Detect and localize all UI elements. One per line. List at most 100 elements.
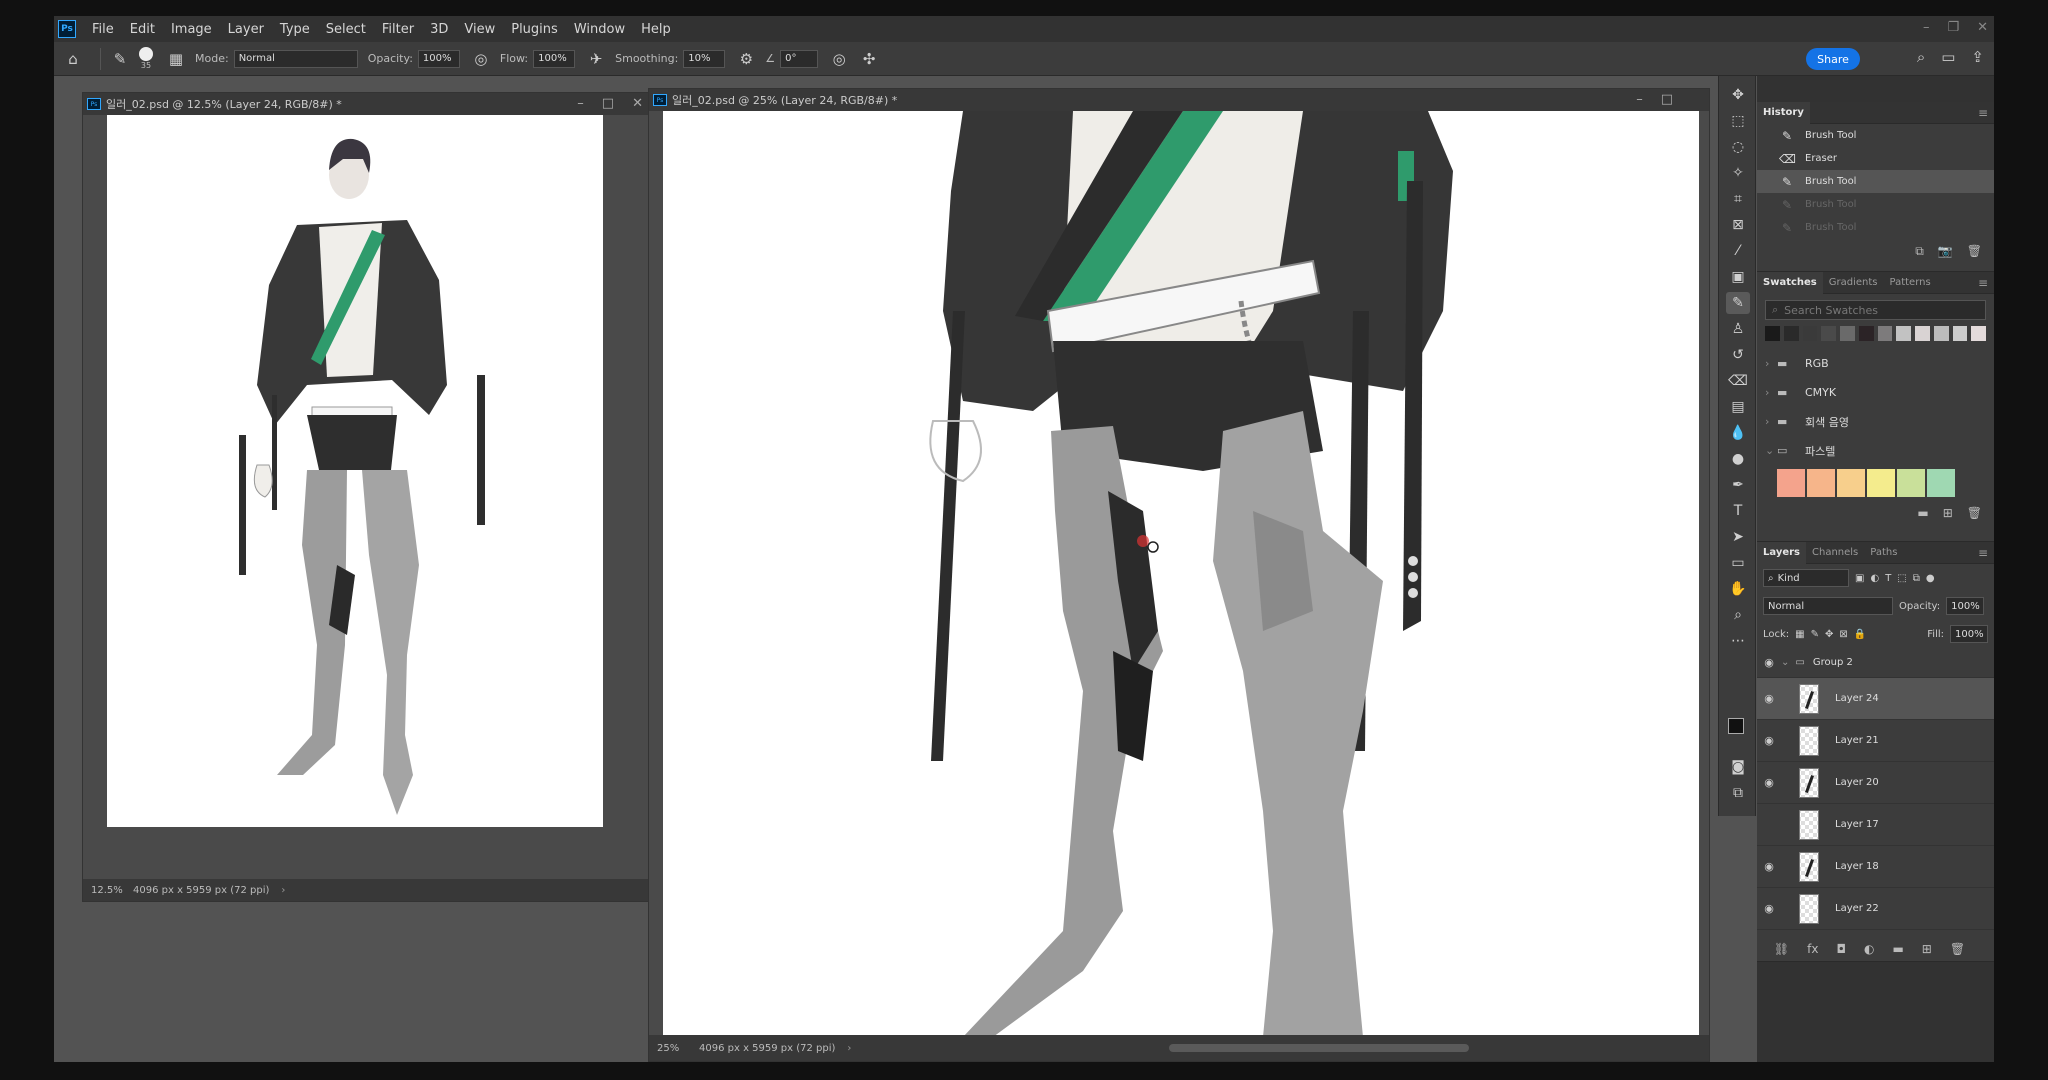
panel-menu-icon[interactable]: ≡	[1978, 546, 1988, 560]
swatch-folder-rgb[interactable]: › ▬ RGB	[1757, 349, 1994, 378]
restore-icon[interactable]: ❐	[1947, 20, 1959, 35]
gradient-tool-icon[interactable]: ▤	[1726, 396, 1750, 418]
blur-tool-icon[interactable]: 💧	[1726, 422, 1750, 444]
minimize-icon[interactable]: –	[577, 96, 584, 111]
share-button[interactable]: Share	[1806, 48, 1860, 70]
layer-thumbnail[interactable]	[1799, 809, 1819, 840]
layer-row[interactable]: ◉ Layer 20	[1757, 762, 1994, 804]
path-select-icon[interactable]: ➤	[1726, 526, 1750, 548]
swatch[interactable]	[1952, 326, 1968, 341]
history-item-selected[interactable]: ✎ Brush Tool	[1757, 170, 1994, 193]
new-group-icon[interactable]: ▬	[1917, 506, 1928, 520]
layer-mask-icon[interactable]: ◘	[1836, 942, 1846, 956]
workspace-icon[interactable]: ▭	[1941, 48, 1955, 66]
healing-brush-icon[interactable]: ▣	[1726, 266, 1750, 288]
close-icon[interactable]: ✕	[632, 96, 643, 111]
pressure-size-icon[interactable]: ◎	[828, 48, 850, 70]
brush-size-picker[interactable]: 35	[139, 47, 153, 70]
snapshot-icon[interactable]: 📷	[1938, 244, 1953, 258]
history-item[interactable]: ✎ Brush Tool	[1757, 124, 1994, 147]
layer-row[interactable]: ◉ Layer 24	[1757, 678, 1994, 720]
tab-channels[interactable]: Channels	[1806, 542, 1864, 564]
filter-type-icon[interactable]: T	[1885, 573, 1891, 584]
lock-all-icon[interactable]: 🔒	[1854, 629, 1866, 640]
search-icon[interactable]: ⌕	[1917, 48, 1925, 66]
tab-layers[interactable]: Layers	[1757, 541, 1806, 564]
smoothing-field[interactable]: 10%	[683, 49, 726, 68]
chevron-right-icon[interactable]: ›	[281, 885, 285, 896]
marquee-tool-icon[interactable]: ⬚	[1726, 110, 1750, 132]
mode-select[interactable]: Normal	[233, 49, 358, 68]
tab-gradients[interactable]: Gradients	[1823, 272, 1884, 294]
airbrush-icon[interactable]: ✈	[585, 48, 607, 70]
trash-icon[interactable]: 🗑	[1967, 244, 1982, 258]
document-info[interactable]: 4096 px x 5959 px (72 ppi)	[133, 885, 269, 896]
layer-row[interactable]: ◉ Layer 18	[1757, 846, 1994, 888]
tab-paths[interactable]: Paths	[1864, 542, 1903, 564]
swatch[interactable]	[1858, 326, 1874, 341]
move-tool-icon[interactable]: ✥	[1726, 84, 1750, 106]
photoshop-logo-icon[interactable]: Ps	[58, 20, 76, 38]
history-item[interactable]: ⌫ Eraser	[1757, 147, 1994, 170]
filter-smart-object-icon[interactable]: ⧉	[1913, 573, 1920, 584]
magic-wand-icon[interactable]: ✧	[1726, 162, 1750, 184]
horizontal-scrollbar[interactable]	[1169, 1044, 1469, 1052]
layer-thumbnail[interactable]	[1799, 767, 1819, 798]
document-tab-overview[interactable]: Ps 일러_02.psd @ 12.5% (Layer 24, RGB/8#) …	[83, 93, 651, 115]
menu-type[interactable]: Type	[272, 22, 318, 37]
lock-artboard-icon[interactable]: ⊠	[1839, 629, 1847, 640]
new-document-from-state-icon[interactable]: ⧉	[1915, 244, 1924, 259]
zoom-field[interactable]: 12.5%	[83, 885, 133, 896]
menu-file[interactable]: File	[84, 22, 122, 37]
pastel-swatch[interactable]	[1777, 469, 1805, 497]
eraser-tool-icon[interactable]: ⌫	[1726, 370, 1750, 392]
filter-shape-icon[interactable]: ⬚	[1897, 573, 1906, 584]
opacity-field[interactable]: 100%	[417, 49, 460, 68]
flow-field[interactable]: 100%	[533, 49, 576, 68]
pastel-swatch[interactable]	[1927, 469, 1955, 497]
panel-menu-icon[interactable]: ≡	[1978, 106, 1988, 120]
minimize-icon[interactable]: –	[1923, 20, 1930, 35]
visibility-eye-icon[interactable]: ◉	[1757, 656, 1781, 669]
maximize-icon[interactable]: □	[602, 96, 614, 111]
lock-position-icon[interactable]: ✥	[1825, 629, 1833, 640]
home-icon[interactable]: ⌂	[62, 48, 84, 70]
eyedropper-icon[interactable]: ⁄	[1726, 240, 1750, 262]
chevron-down-icon[interactable]: ⌄	[1781, 657, 1789, 668]
menu-image[interactable]: Image	[163, 22, 220, 37]
swatch-search-input[interactable]: ⌕ Search Swatches	[1765, 300, 1986, 320]
adjustment-layer-icon[interactable]: ◐	[1864, 942, 1874, 956]
canvas-main[interactable]	[663, 111, 1699, 1037]
menu-select[interactable]: Select	[318, 22, 374, 37]
quick-mask-icon[interactable]: ◙	[1726, 756, 1750, 778]
menu-view[interactable]: View	[456, 22, 503, 37]
swatch[interactable]	[1765, 326, 1780, 341]
swatch[interactable]	[1821, 326, 1836, 341]
symmetry-icon[interactable]: ✣	[858, 48, 880, 70]
maximize-icon[interactable]: □	[1661, 92, 1673, 107]
crop-tool-icon[interactable]: ⌗	[1726, 188, 1750, 210]
swatch[interactable]	[1971, 326, 1986, 341]
menu-3d[interactable]: 3D	[422, 22, 456, 37]
swatch[interactable]	[1933, 326, 1949, 341]
brush-settings-icon[interactable]: ▦	[165, 48, 187, 70]
blend-mode-select[interactable]: Normal	[1763, 597, 1893, 615]
swatch[interactable]	[1783, 326, 1799, 341]
pastel-swatch[interactable]	[1837, 469, 1865, 497]
tab-patterns[interactable]: Patterns	[1884, 272, 1937, 294]
frame-tool-icon[interactable]: ⊠	[1726, 214, 1750, 236]
history-item[interactable]: ✎ Brush Tool	[1757, 193, 1994, 216]
document-info[interactable]: 4096 px x 5959 px (72 ppi)	[699, 1043, 835, 1054]
export-icon[interactable]: ⇪	[1971, 48, 1984, 66]
more-tools-icon[interactable]: ⋯	[1726, 630, 1750, 652]
tab-swatches[interactable]: Swatches	[1757, 271, 1823, 294]
layer-style-icon[interactable]: fx	[1807, 942, 1818, 956]
swatch-folder-cmyk[interactable]: › ▬ CMYK	[1757, 378, 1994, 407]
trash-icon[interactable]: 🗑	[1967, 506, 1982, 520]
menu-window[interactable]: Window	[566, 22, 633, 37]
new-swatch-icon[interactable]: ⊞	[1943, 506, 1953, 520]
swatch[interactable]	[1802, 326, 1818, 341]
layer-opacity-field[interactable]: 100%	[1946, 597, 1985, 615]
panel-menu-icon[interactable]: ≡	[1978, 276, 1988, 290]
brush-preset-icon[interactable]: ✎	[109, 48, 131, 70]
